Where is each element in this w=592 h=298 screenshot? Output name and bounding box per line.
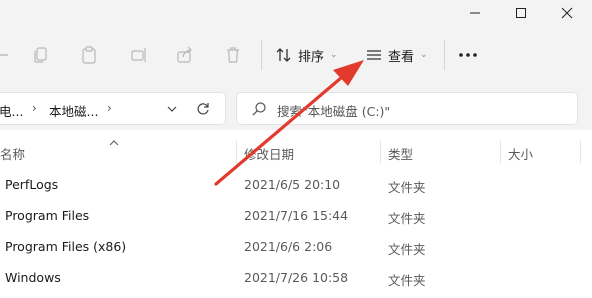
title-bar: [0, 0, 592, 26]
column-divider[interactable]: [236, 140, 237, 164]
search-input[interactable]: 搜索"本地磁盘 (C:)": [277, 101, 390, 120]
view-list-icon: [367, 50, 381, 60]
column-header-size[interactable]: 大小: [508, 144, 533, 163]
command-bar: 排序 ⌄ 查看 ⌄: [0, 26, 592, 84]
file-name: Program Files (x86): [5, 239, 127, 254]
breadcrumb-local-disk[interactable]: 本地磁...: [49, 101, 98, 120]
file-date: 2021/7/16 15:44: [244, 208, 349, 223]
column-header-type[interactable]: 类型: [388, 144, 413, 163]
address-history-button[interactable]: [166, 101, 178, 120]
rename-icon: [131, 48, 146, 62]
maximize-icon: [516, 8, 526, 18]
copy-button[interactable]: [30, 44, 52, 66]
column-header-date[interactable]: 修改日期: [244, 144, 294, 163]
file-row[interactable]: PerfLogs 2021/6/5 20:10 文件夹: [0, 170, 592, 200]
breadcrumb-chevron-icon: ›: [107, 101, 112, 115]
search-icon: [251, 101, 267, 121]
close-icon: [561, 7, 573, 19]
sort-icon: [276, 48, 291, 62]
file-name: Windows: [5, 270, 61, 285]
column-divider[interactable]: [380, 140, 381, 164]
chevron-down-icon: ⌄: [330, 50, 338, 60]
rename-button[interactable]: [128, 44, 150, 66]
new-button[interactable]: [0, 44, 14, 66]
delete-button[interactable]: [222, 44, 244, 66]
sort-label: 排序: [298, 49, 325, 65]
more-button[interactable]: [457, 44, 479, 66]
refresh-icon: [197, 103, 209, 115]
share-icon: [177, 46, 192, 63]
file-type: 文件夹: [388, 273, 426, 288]
breadcrumb-chevron-icon: ›: [32, 101, 37, 115]
new-icon: [0, 54, 8, 56]
file-date: 2021/6/6 2:06: [244, 239, 333, 254]
file-row[interactable]: Program Files 2021/7/16 15:44 文件夹: [0, 201, 592, 231]
file-type: 文件夹: [388, 180, 426, 195]
minimize-button[interactable]: [452, 0, 498, 26]
maximize-button[interactable]: [498, 0, 544, 26]
file-row[interactable]: Program Files (x86) 2021/6/6 2:06 文件夹: [0, 232, 592, 262]
chevron-down-icon: [167, 106, 177, 112]
file-name: PerfLogs: [5, 177, 59, 192]
column-divider[interactable]: [580, 140, 581, 164]
minimize-icon: [470, 12, 480, 14]
sort-button[interactable]: 排序 ⌄: [276, 41, 338, 69]
paste-button[interactable]: [78, 44, 100, 66]
refresh-button[interactable]: [196, 101, 210, 120]
toolbar-divider: [444, 40, 445, 70]
close-button[interactable]: [544, 0, 590, 26]
chevron-down-icon: ⌄: [420, 50, 428, 60]
view-label: 查看: [388, 49, 415, 65]
file-date: 2021/7/26 10:58: [244, 270, 349, 285]
column-header-name[interactable]: 名称: [0, 144, 25, 163]
copy-icon: [34, 47, 47, 63]
file-name: Program Files: [5, 208, 90, 223]
address-bar[interactable]: 电... › 本地磁... ›: [0, 92, 226, 125]
file-date: 2021/6/5 20:10: [244, 177, 341, 192]
sort-ascending-icon: [108, 132, 120, 151]
search-box[interactable]: 搜索"本地磁盘 (C:)": [236, 92, 578, 125]
file-type: 文件夹: [388, 211, 426, 226]
toolbar-divider: [261, 40, 262, 70]
trash-icon: [227, 47, 239, 63]
column-divider[interactable]: [500, 140, 501, 164]
view-button[interactable]: 查看 ⌄: [366, 41, 428, 69]
file-type: 文件夹: [388, 242, 426, 257]
paste-icon: [82, 46, 96, 64]
share-button[interactable]: [174, 44, 196, 66]
file-list: 名称 修改日期 类型 大小 PerfLogs 2021/6/5 20:10 文件…: [0, 130, 592, 298]
more-icon: [459, 53, 477, 57]
file-row[interactable]: Windows 2021/7/26 10:58 文件夹: [0, 263, 592, 293]
breadcrumb-this-pc[interactable]: 电...: [0, 101, 23, 120]
